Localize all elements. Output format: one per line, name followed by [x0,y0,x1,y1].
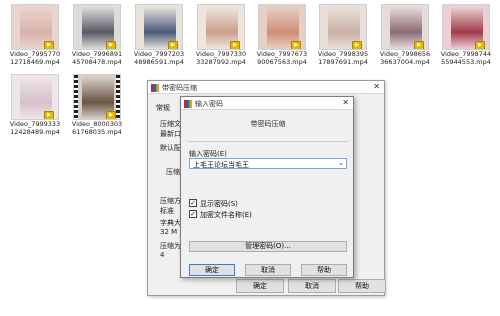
file-item[interactable]: ▶ Video_7998395 17897691.mp4 [315,4,371,66]
back-help-button[interactable]: 帮助 [338,279,386,293]
chevron-down-icon[interactable]: ⌄ [338,159,344,167]
back-dialog-titlebar[interactable]: 带密码压缩 ✕ [148,81,384,94]
encrypt-names-label: 加密文件名称(E) [200,211,252,219]
back-dialog-title: 带密码压缩 [162,84,197,92]
file-name: Video_7995770 12718469.mp4 [9,50,61,66]
section-title: 带密码压缩 [250,120,286,128]
file-item[interactable]: ▶ Video_7997673 90067563.mp4 [254,4,310,66]
video-thumbnail[interactable]: ▶ [197,4,245,50]
password-dialog: 输入密码 ✕ 带密码压缩 输入密码(E) 上毛王论坛当毛王 ⌄ ✓ 显示密码(S… [180,96,354,278]
back-ok-button[interactable]: 确定 [236,279,284,293]
compress-method-label: 压缩方 [160,197,181,205]
close-icon[interactable]: ✕ [373,82,380,91]
media-player-badge-icon: ▶ [475,41,485,49]
password-dialog-title: 输入密码 [195,100,223,108]
archive-name-label: 压缩文 [160,120,181,128]
close-icon[interactable]: ✕ [342,98,349,107]
help-button[interactable]: 帮助 [301,264,347,276]
checkbox-box[interactable]: ✓ [189,210,197,218]
video-thumbnail[interactable]: ▶ [135,4,183,50]
file-item[interactable]: ▶ Video_7995770 12718469.mp4 [7,4,63,66]
compress-format-label: 压缩 [166,168,180,176]
file-name: Video_7996891 45708478.mp4 [71,50,123,66]
file-name: Video_7998744 55944553.mp4 [440,50,492,66]
video-thumbnail[interactable]: ▶ [319,4,367,50]
file-item[interactable]: ▶ Video_7999333 12428489.mp4 [7,74,63,136]
file-name: Video_7997330 33287992.mp4 [195,50,247,66]
default-profile-label: 默认配 [160,144,181,152]
dictionary-size-value[interactable]: 32 M [160,228,177,236]
password-input[interactable]: 上毛王论坛当毛王 ⌄ [189,158,347,169]
file-name: Video_7998395 17897691.mp4 [317,50,369,66]
show-password-label: 显示密码(S) [200,200,238,208]
desktop: ▶ Video_7995770 12718469.mp4 ▶ Video_7996891… [0,0,500,316]
manage-passwords-button[interactable]: 管理密码(O)... [189,241,347,252]
file-name: Video_7997673 90067563.mp4 [256,50,308,66]
film-strip-icon [74,75,78,119]
video-thumbnail[interactable]: ▶ [73,4,121,50]
media-player-badge-icon: ▶ [106,41,116,49]
archive-app-icon [151,84,159,92]
video-thumbnail[interactable]: ▶ [73,74,121,120]
file-item[interactable]: ▶ Video_7997203 48986591.mp4 [131,4,187,66]
checkbox-box[interactable]: ✓ [189,199,197,207]
video-thumbnail[interactable]: ▶ [11,74,59,120]
password-dialog-titlebar[interactable]: 输入密码 ✕ [181,97,353,110]
video-thumbnail[interactable]: ▶ [381,4,429,50]
file-item[interactable]: ▶ Video_7996891 45708478.mp4 [69,4,125,66]
file-item[interactable]: ▶ Video_7998656 36637004.mp4 [377,4,433,66]
archive-name-value: 最新口 [160,130,181,138]
media-player-badge-icon: ▶ [352,41,362,49]
media-player-badge-icon: ▶ [44,41,54,49]
media-player-badge-icon: ▶ [230,41,240,49]
split-volume-label: 压缩为 [160,242,181,250]
ok-button[interactable]: 确定 [189,264,235,276]
back-cancel-button[interactable]: 取消 [288,279,336,293]
compress-method-value[interactable]: 标准 [160,206,174,216]
file-item[interactable]: ▶ Video_8000303 61768035.mp4 [69,74,125,136]
video-thumbnail[interactable]: ▶ [442,4,490,50]
archive-app-icon [184,100,192,108]
media-player-badge-icon: ▶ [168,41,178,49]
media-player-badge-icon: ▶ [291,41,301,49]
file-item[interactable]: ▶ Video_7998744 55944553.mp4 [438,4,494,66]
cancel-button[interactable]: 取消 [245,264,291,276]
file-item[interactable]: ▶ Video_7997330 33287992.mp4 [193,4,249,66]
file-name: Video_7997203 48986591.mp4 [133,50,185,66]
video-thumbnail[interactable]: ▶ [11,4,59,50]
film-strip-icon [116,75,120,119]
password-value: 上毛王论坛当毛王 [193,161,249,169]
split-volume-value[interactable]: 4 [160,251,164,259]
video-thumbnail[interactable]: ▶ [258,4,306,50]
dictionary-size-label: 字典大 [160,219,181,227]
tab-general[interactable]: 常规 [156,103,170,113]
file-name: Video_8000303 61768035.mp4 [71,120,123,136]
media-player-badge-icon: ▶ [44,111,54,119]
media-player-badge-icon: ▶ [106,111,116,119]
divider [187,141,349,142]
media-player-badge-icon: ▶ [414,41,424,49]
file-name: Video_7998656 36637004.mp4 [379,50,431,66]
file-name: Video_7999333 12428489.mp4 [9,120,61,136]
